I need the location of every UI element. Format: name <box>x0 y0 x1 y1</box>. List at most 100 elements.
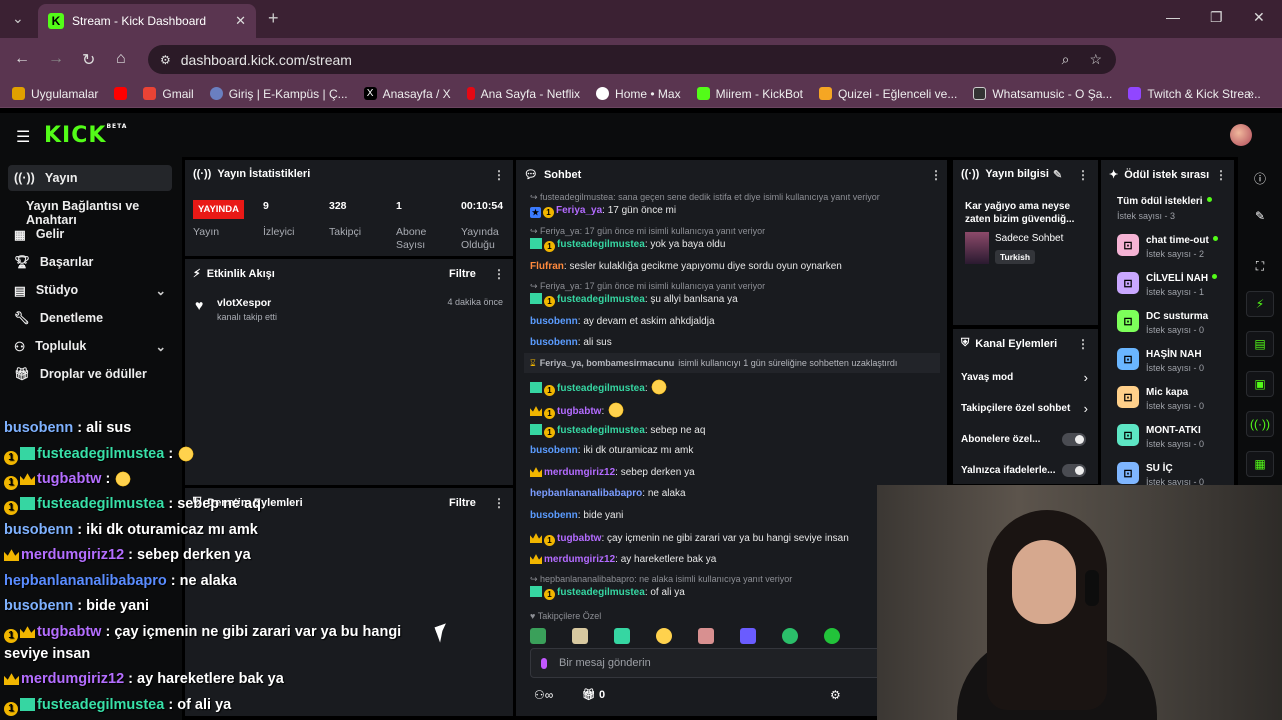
followers-only-item[interactable]: Takipçilere özel sohbet <box>961 403 1070 414</box>
bookmark-item[interactable]: Ana Sayfa - Netflix <box>466 87 580 101</box>
chat-message[interactable]: busobenn: ay devam et askim ahkdjaldja <box>530 316 715 327</box>
bookmark-item[interactable]: Uygulamalar <box>12 87 98 101</box>
chat-username[interactable]: busobenn <box>530 510 578 521</box>
chat-message[interactable]: busobenn: ali sus <box>530 337 612 348</box>
sidebar-item-studyo[interactable]: ▤ Stüdyo ⌄ <box>8 277 172 303</box>
chat-username[interactable]: busobenn <box>530 337 578 348</box>
emote-icon[interactable] <box>824 628 840 644</box>
chat-message[interactable]: ★ 1 Feriya_ya: 17 gün önce mi <box>530 205 676 218</box>
category-thumbnail[interactable] <box>965 232 989 264</box>
chat-message[interactable]: 1 tugbabtw: çay içmenin ne gibi zarari va… <box>530 532 849 546</box>
reward-item-name[interactable]: DC susturma <box>1146 311 1208 322</box>
chat-username[interactable]: Flufran <box>530 261 564 272</box>
chat-message[interactable]: busobenn: bide yani <box>530 510 623 521</box>
emote-icon[interactable] <box>530 628 546 644</box>
chat-message[interactable]: 1 fusteadegilmustea: sebep ne aq <box>530 424 705 438</box>
slow-mode-item[interactable]: Yavaş mod <box>961 372 1013 383</box>
bookmark-item[interactable]: Miirem - KickBot <box>696 87 803 101</box>
reload-icon[interactable]: ↻ <box>82 50 95 70</box>
browser-tab[interactable]: K Stream - Kick Dashboard ✕ <box>38 4 256 38</box>
maximize-icon[interactable]: ❐ <box>1210 9 1223 26</box>
layout-icon[interactable]: ▦ <box>1246 451 1274 477</box>
back-icon[interactable]: ← <box>14 50 30 68</box>
emote-icon[interactable] <box>782 628 798 644</box>
filter-button[interactable]: Filtre <box>449 268 476 280</box>
lightning-icon[interactable]: ⚡︎ <box>1246 291 1274 317</box>
tab-search-icon[interactable]: ⌄ <box>12 10 24 27</box>
more-options-icon[interactable]: ⋮ <box>493 267 505 281</box>
mic-icon[interactable] <box>541 657 547 669</box>
user-avatar[interactable] <box>1230 124 1252 146</box>
reward-item-name[interactable]: CİLVELİ NAH <box>1146 273 1218 284</box>
bookmark-item[interactable]: Whatsamusic - O Şa... <box>973 87 1112 101</box>
bookmark-item[interactable]: Twitch & Kick Strea... <box>1128 87 1261 101</box>
edit-icon[interactable]: ✎ <box>1053 168 1062 181</box>
bookmark-item[interactable]: Quizei - Eğlenceli ve... <box>818 87 957 101</box>
emote-icon[interactable] <box>740 628 756 644</box>
chat-message[interactable]: 1 fusteadegilmustea: yok ya baya oldu <box>530 238 725 252</box>
chat-message[interactable]: merdumgiriz12: ay hareketlere bak ya <box>530 553 716 565</box>
more-options-icon[interactable]: ⋮ <box>493 168 505 182</box>
bookmark-item[interactable]: Home • Max <box>596 87 681 101</box>
chat-username[interactable]: fusteadegilmustea <box>557 383 645 394</box>
event-user[interactable]: vlotXespor <box>217 297 271 309</box>
sidebar-item-droplar[interactable]: 🎁︎ Droplar ve ödüller <box>8 361 172 387</box>
new-tab-icon[interactable]: + <box>268 8 279 29</box>
close-window-icon[interactable]: ✕ <box>1253 9 1265 26</box>
all-rewards-item[interactable]: Tüm ödül istekleri <box>1117 196 1212 207</box>
chat-icon[interactable]: ▣ <box>1246 371 1274 397</box>
broadcast-icon[interactable]: ((·)) <box>1246 411 1274 437</box>
chat-message[interactable]: merdumgiriz12: sebep derken ya <box>530 466 695 478</box>
hamburger-menu-icon[interactable]: ☰ <box>16 127 30 147</box>
bookmark-item[interactable] <box>114 87 128 100</box>
emote-icon[interactable] <box>572 628 588 644</box>
emote-icon[interactable] <box>656 628 672 644</box>
edit-icon[interactable]: ✎ <box>1246 203 1274 229</box>
chat-username[interactable]: tugbabtw <box>557 533 601 544</box>
users-icon[interactable]: ⚇∞ <box>534 688 553 702</box>
minimize-icon[interactable]: — <box>1166 9 1180 25</box>
more-options-icon[interactable]: ⋮ <box>1077 168 1089 182</box>
sidebar-item-yayin[interactable]: ((·)) Yayın <box>8 165 172 191</box>
chevron-right-icon[interactable]: › <box>1084 401 1088 416</box>
chat-username[interactable]: merdumgiriz12 <box>544 554 615 565</box>
url-field[interactable]: ⚙ dashboard.kick.com/stream ⌕ ☆ <box>148 45 1116 74</box>
more-options-icon[interactable]: ⋮ <box>1077 337 1089 351</box>
fullscreen-icon[interactable]: ⛶ <box>1246 253 1274 279</box>
bookmark-item[interactable]: X Anasayfa / X <box>363 87 451 101</box>
forward-icon[interactable]: → <box>48 50 64 68</box>
emote-icon[interactable] <box>698 628 714 644</box>
sidebar-item-gelir[interactable]: ▦ Gelir <box>8 221 172 247</box>
chat-message[interactable]: 1 fusteadegilmustea: <box>530 379 669 396</box>
chat-message[interactable]: 1 fusteadegilmustea: şu allyi banlsana ya <box>530 293 738 307</box>
gift-counter[interactable]: 🎁︎ 0 <box>582 688 605 701</box>
chat-message[interactable]: hepbanlananalibabapro: ne alaka <box>530 488 686 499</box>
bookmark-item[interactable]: Gmail <box>143 87 194 101</box>
chat-message[interactable]: 1 fusteadegilmustea: of ali ya <box>530 586 685 600</box>
chat-username[interactable]: busobenn <box>530 316 578 327</box>
reward-item-name[interactable]: HAŞİN NAH <box>1146 349 1202 360</box>
more-options-icon[interactable]: ⋮ <box>1215 168 1227 182</box>
chat-username[interactable]: merdumgiriz12 <box>544 467 615 478</box>
chat-username[interactable]: Feriya_ya <box>556 205 602 216</box>
kick-logo[interactable]: KICKBETA <box>44 123 127 148</box>
document-icon[interactable]: ▤ <box>1246 331 1274 357</box>
emote-only-toggle[interactable] <box>1062 464 1086 477</box>
emote-icon[interactable] <box>614 628 630 644</box>
chat-message[interactable]: Flufran: sesler kulaklığa gecikme yapıyo… <box>530 261 842 272</box>
bookmark-item[interactable]: Giriş | E-Kampüs | Ç... <box>209 87 348 101</box>
close-tab-icon[interactable]: ✕ <box>235 13 246 29</box>
sidebar-item-denetleme[interactable]: 🔧︎ Denetleme <box>8 305 172 331</box>
site-info-icon[interactable]: ⚙ <box>160 53 171 67</box>
reward-item-name[interactable]: MONT-ATKI <box>1146 425 1201 436</box>
chat-username[interactable]: busobenn <box>530 445 578 456</box>
zoom-icon[interactable]: ⌕ <box>1062 51 1070 68</box>
reward-item-name[interactable]: chat time-out <box>1146 235 1218 246</box>
sidebar-item-topluluk[interactable]: ⚇ Topluluk ⌄ <box>8 333 172 359</box>
chat-username[interactable]: fusteadegilmustea <box>557 425 645 436</box>
category-name[interactable]: Sadece Sohbet <box>995 233 1063 244</box>
chat-settings-icon[interactable]: ⚙ <box>830 688 841 702</box>
chat-message[interactable]: 1 tugbabtw: <box>530 402 625 419</box>
chat-username[interactable]: fusteadegilmustea <box>557 239 645 250</box>
chat-username[interactable]: hepbanlananalibabapro <box>530 488 642 499</box>
